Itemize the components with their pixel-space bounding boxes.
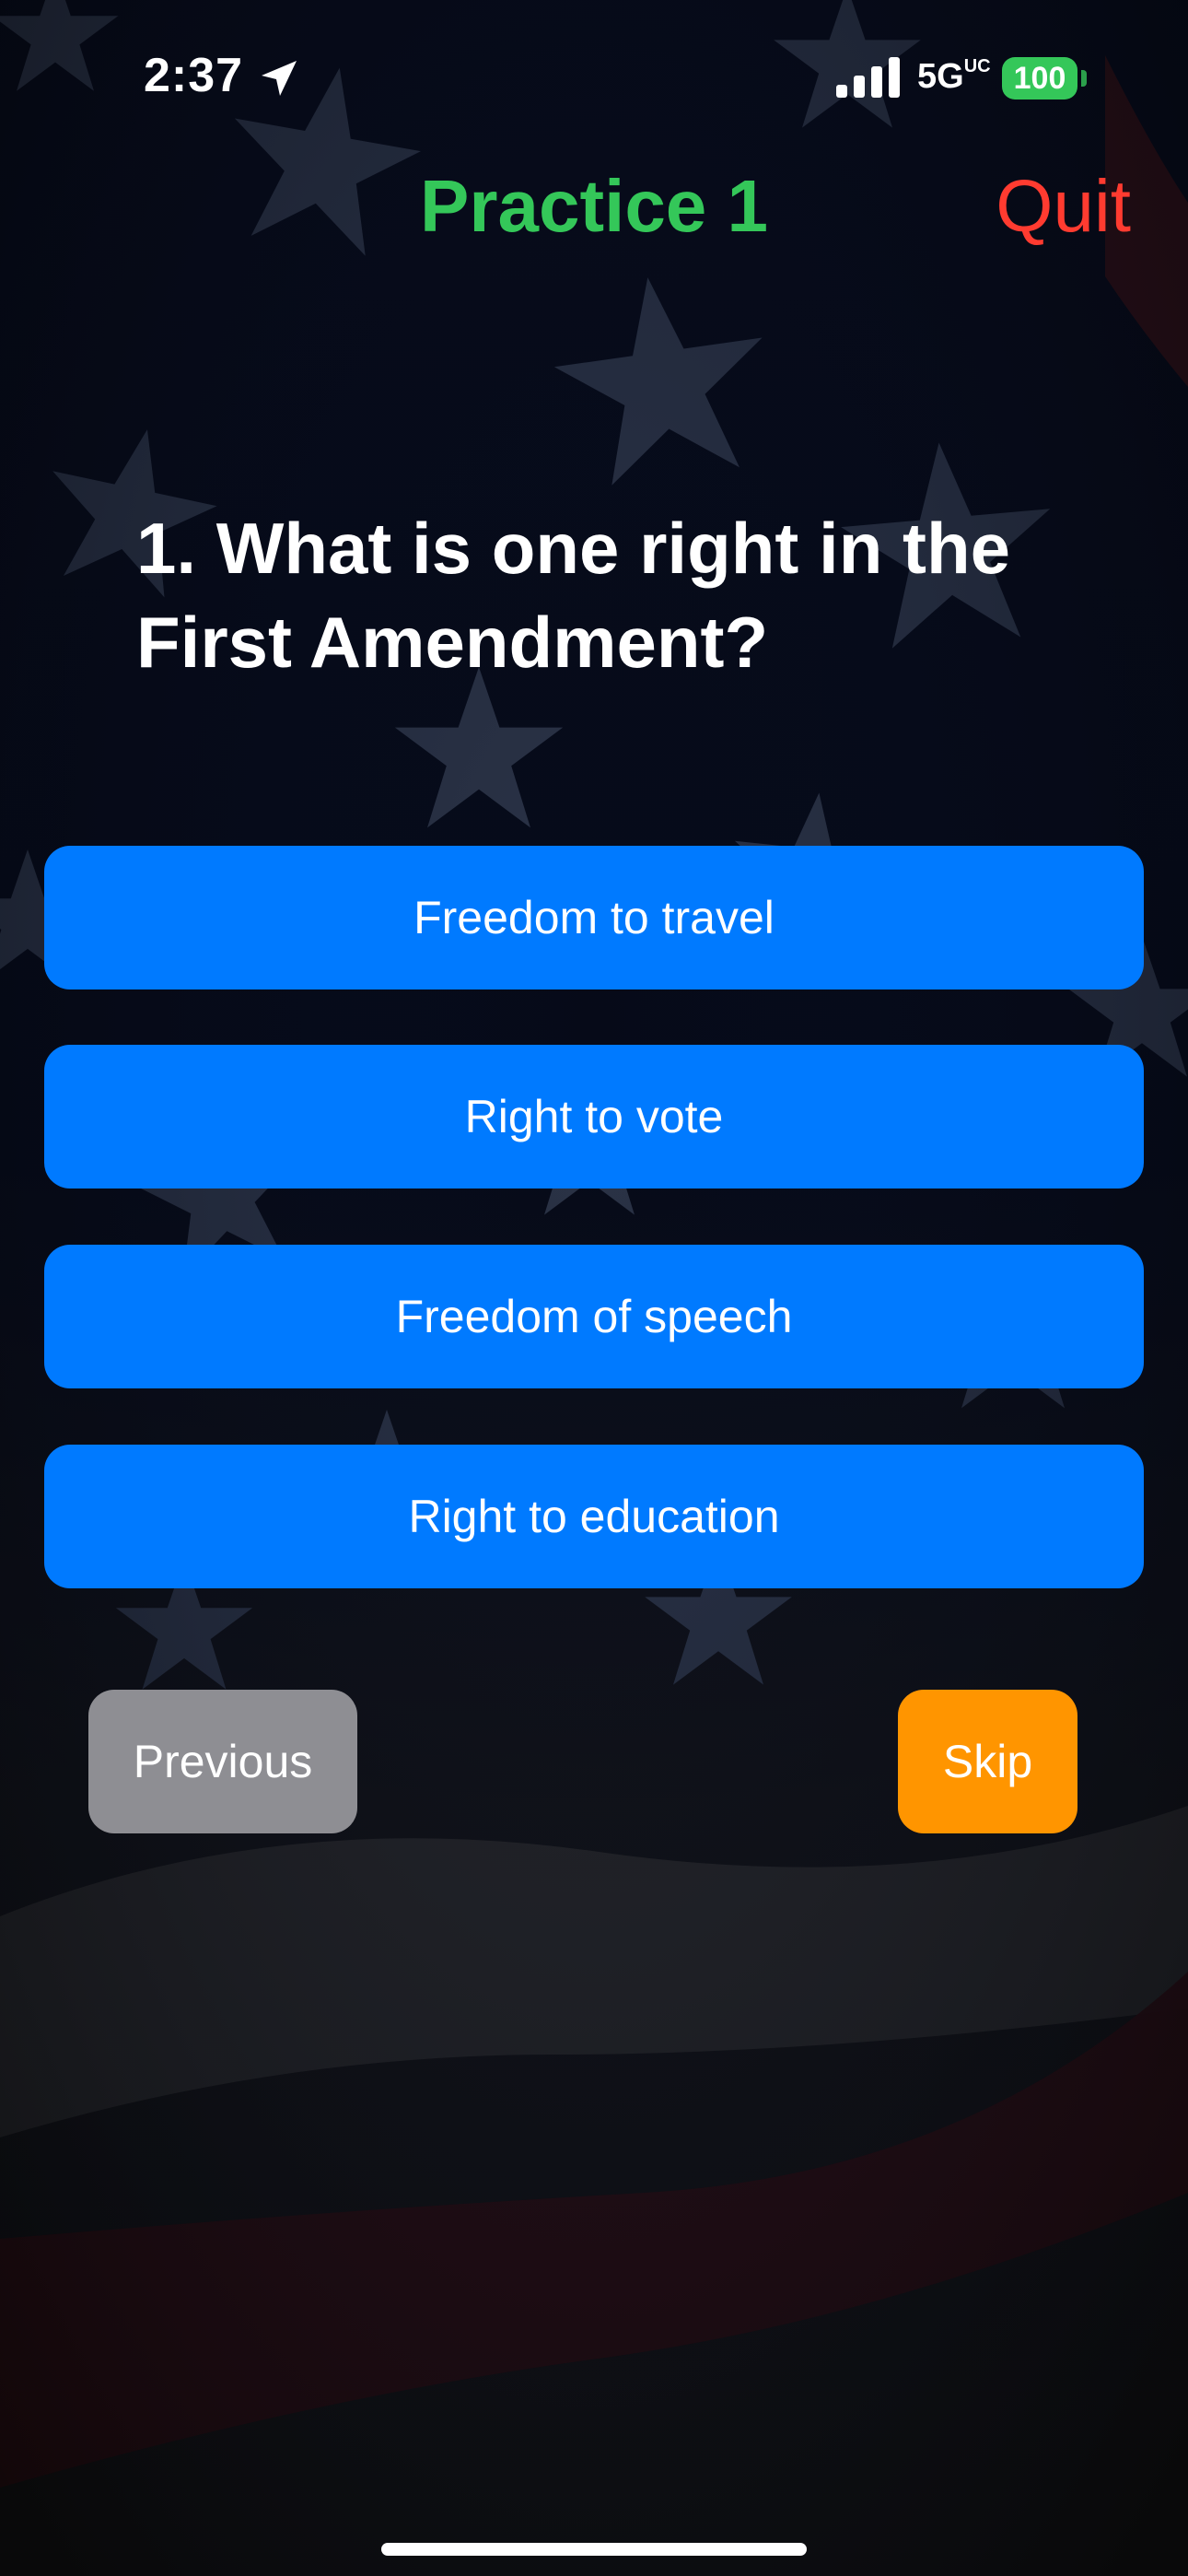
network-type-suffix: UC bbox=[963, 56, 991, 76]
battery-tip bbox=[1081, 70, 1087, 87]
answer-option-4[interactable]: Right to education bbox=[44, 1445, 1144, 1588]
battery-icon: 100 bbox=[1002, 57, 1077, 100]
answer-option-2[interactable]: Right to vote bbox=[44, 1045, 1144, 1188]
cellular-signal-icon bbox=[836, 57, 900, 98]
skip-button[interactable]: Skip bbox=[898, 1690, 1077, 1833]
network-type-label: 5G bbox=[917, 57, 964, 96]
question-text: 1. What is one right in the First Amendm… bbox=[136, 508, 1011, 683]
quiz-screen: 2:37 5GUC 100 Practice 1 Quit 1. What is… bbox=[0, 0, 1188, 2576]
home-indicator[interactable] bbox=[381, 2543, 807, 2556]
network-type: 5GUC bbox=[917, 57, 991, 97]
quit-button[interactable]: Quit bbox=[996, 164, 1131, 249]
previous-button[interactable]: Previous bbox=[88, 1690, 357, 1833]
answer-option-1[interactable]: Freedom to travel bbox=[44, 846, 1144, 989]
status-time: 2:37 bbox=[144, 49, 244, 102]
answer-option-3[interactable]: Freedom of speech bbox=[44, 1245, 1144, 1388]
battery-level: 100 bbox=[1013, 60, 1066, 96]
location-arrow-icon bbox=[262, 61, 297, 96]
